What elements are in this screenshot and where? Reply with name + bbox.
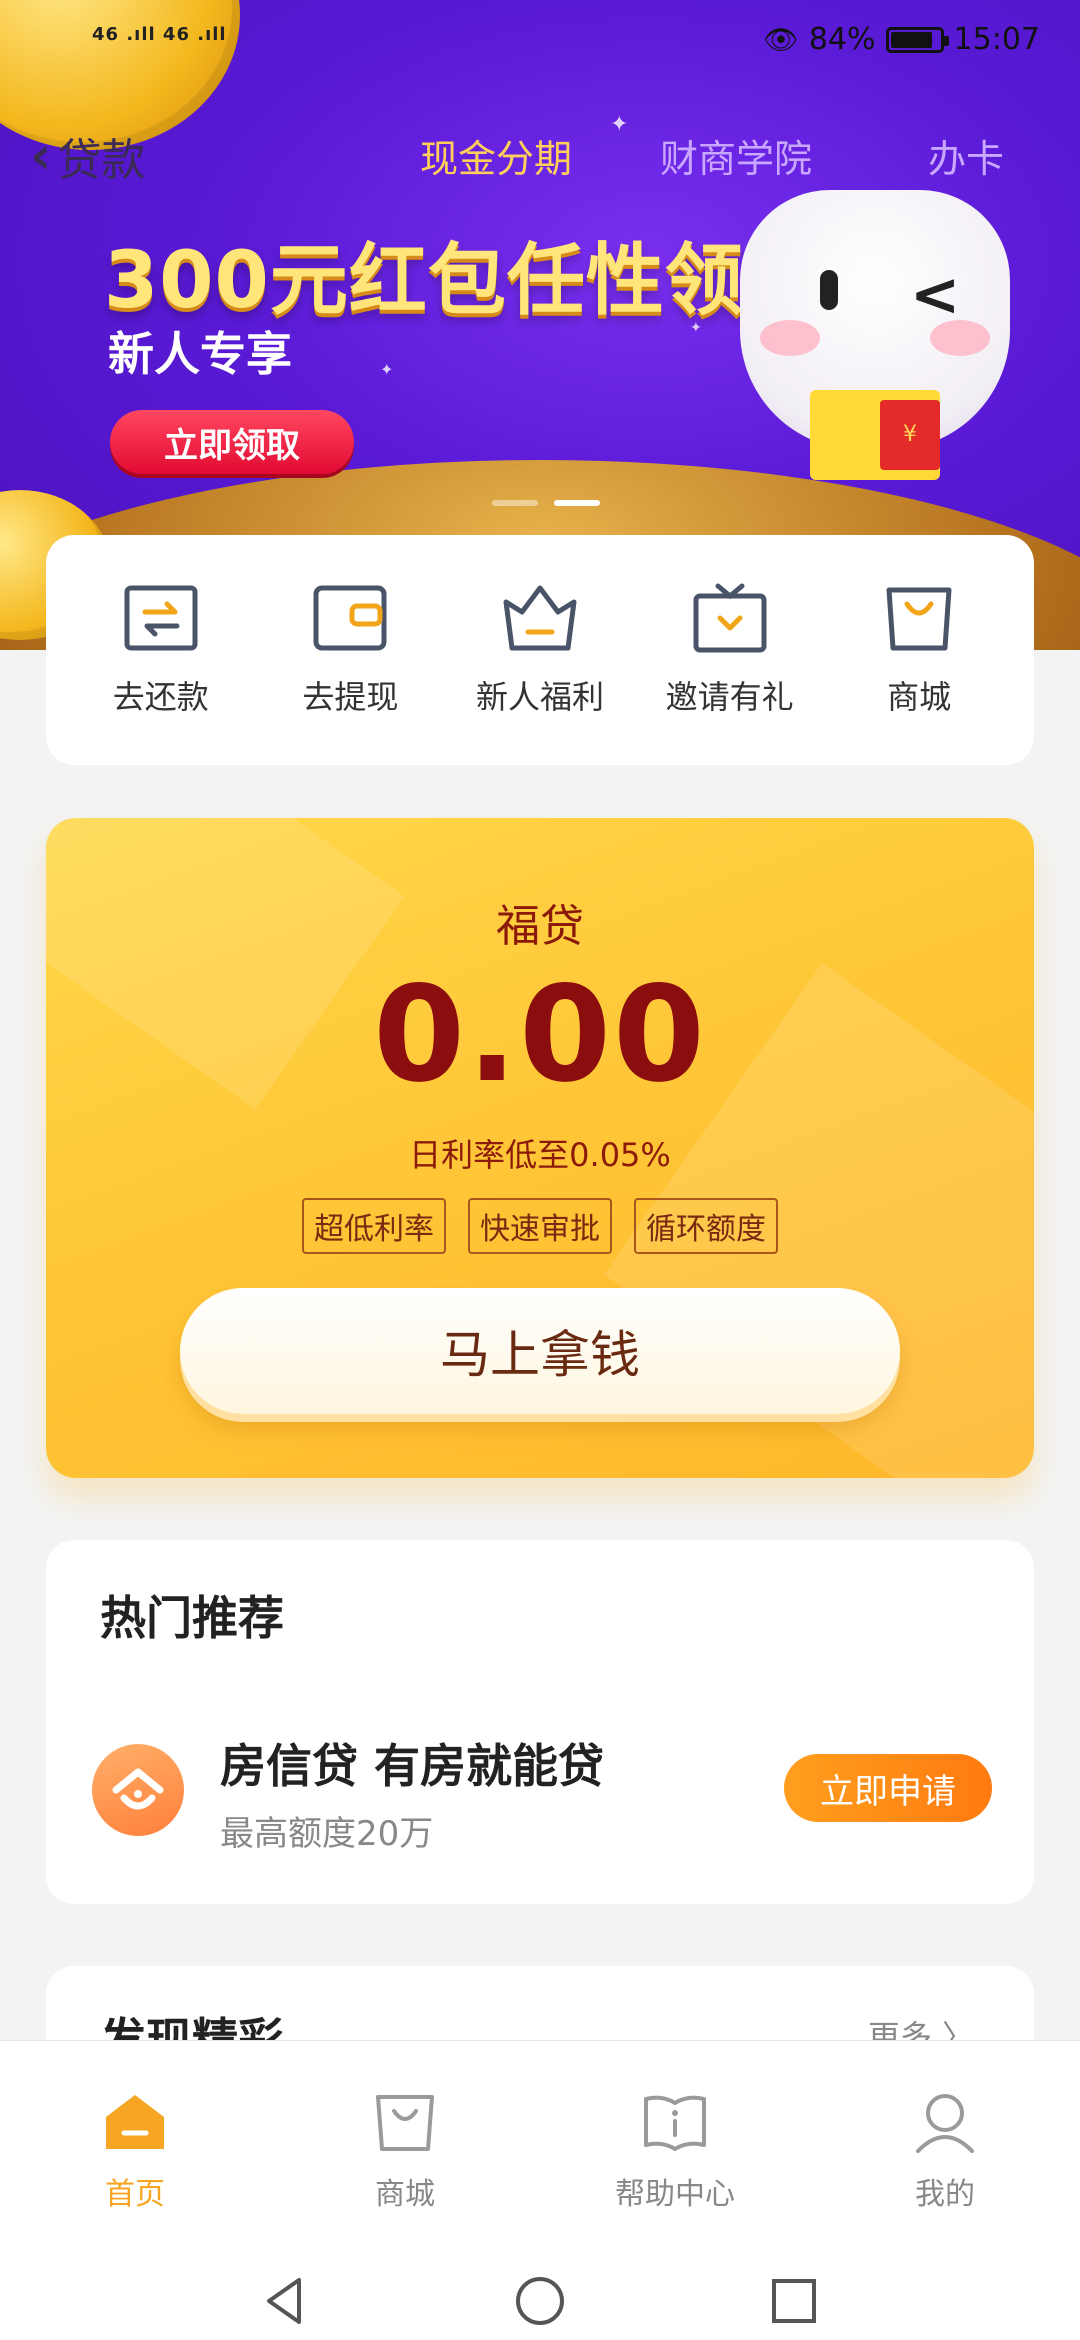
tab-label: 我的	[915, 2176, 975, 2212]
claim-button[interactable]: 立即领取	[110, 410, 354, 474]
crown-icon	[503, 585, 577, 651]
apply-now-button[interactable]: 立即申请	[784, 1754, 992, 1822]
status-bar: 46 .ıll 46 .ıll 👁 84% 15:07	[0, 18, 1080, 66]
quick-action-withdraw[interactable]: 去提现	[265, 582, 435, 718]
loan-tag: 快速审批	[468, 1198, 612, 1254]
battery-percent: 84%	[808, 22, 876, 57]
help-book-icon	[644, 2095, 706, 2151]
wallet-icon	[313, 585, 387, 651]
quick-action-newcomer[interactable]: 新人福利	[455, 582, 625, 718]
bottom-tab-bar: 首页 商城 帮助中心 我的	[0, 2040, 1080, 2262]
battery-icon	[885, 26, 949, 53]
clock: 15:07	[953, 22, 1040, 57]
home-circle-icon[interactable]	[513, 2274, 567, 2328]
loan-product-name: 福贷	[496, 901, 584, 952]
back-triangle-icon[interactable]	[259, 2274, 313, 2328]
tab-apply-card[interactable]: 办卡	[928, 128, 1004, 183]
loan-tag: 超低利率	[302, 1198, 446, 1254]
banner-subtitle: 新人专享	[108, 327, 292, 381]
quick-action-label: 去还款	[112, 678, 209, 716]
tab-help[interactable]: 帮助中心	[575, 2091, 775, 2213]
sparkle-icon: ✦	[380, 360, 394, 379]
tab-label: 帮助中心	[615, 2176, 735, 2212]
list-item[interactable]: 房信贷 有房就能贷 最高额度20万 立即申请	[92, 1720, 992, 1860]
tab-finance-academy[interactable]: 财商学院	[660, 128, 812, 183]
repay-icon	[124, 585, 198, 651]
back-label: 贷款	[57, 135, 146, 186]
quick-actions: 去还款 去提现 新人福利 邀请有礼 商城	[46, 535, 1034, 765]
recents-square-icon[interactable]	[767, 2274, 821, 2328]
loan-rate: 日利率低至0.05%	[409, 1136, 671, 1174]
loan-tags: 超低利率 快速审批 循环额度	[46, 1198, 1034, 1254]
quick-action-mall[interactable]: 商城	[834, 582, 1004, 718]
back-button[interactable]: ‹ 贷款	[30, 124, 145, 188]
hot-recommend-section: 热门推荐 房信贷 有房就能贷 最高额度20万 立即申请	[46, 1540, 1034, 1904]
gift-icon	[693, 583, 767, 653]
house-loan-icon	[92, 1744, 184, 1836]
red-envelope-icon: ¥	[880, 400, 940, 470]
tab-home[interactable]: 首页	[35, 2091, 235, 2213]
signal-indicator: 46 .ıll 46 .ıll	[92, 24, 227, 45]
get-money-button[interactable]: 马上拿钱	[180, 1288, 900, 1414]
tab-mall[interactable]: 商城	[305, 2091, 505, 2213]
carousel-indicator	[492, 500, 600, 506]
quick-action-invite[interactable]: 邀请有礼	[645, 582, 815, 718]
quick-action-label: 新人福利	[475, 678, 604, 716]
tab-label: 首页	[105, 2176, 165, 2212]
shopping-bag-icon	[886, 587, 952, 651]
system-navigation-bar	[0, 2262, 1080, 2340]
loan-card: 福贷 0.00 日利率低至0.05% 超低利率 快速审批 循环额度 马上拿钱	[46, 818, 1034, 1478]
banner-title: 300元红包任性领	[104, 236, 744, 326]
eye-icon: 👁	[763, 23, 799, 56]
loan-tag: 循环额度	[634, 1198, 778, 1254]
tab-cash-installment[interactable]: 现金分期	[420, 128, 572, 183]
top-nav: ‹ 贷款 现金分期 财商学院 办卡	[0, 118, 1080, 188]
loan-amount: 0.00	[373, 958, 707, 1112]
quick-action-repay[interactable]: 去还款	[76, 582, 246, 718]
quick-action-label: 邀请有礼	[665, 678, 794, 716]
chevron-left-icon: ‹	[30, 126, 52, 186]
home-icon	[106, 2094, 164, 2149]
product-desc: 最高额度20万	[220, 1814, 434, 1854]
product-name: 房信贷 有房就能贷	[220, 1739, 605, 1793]
tab-mine[interactable]: 我的	[845, 2091, 1045, 2213]
shopping-bag-icon	[376, 2094, 434, 2151]
user-icon	[916, 2093, 974, 2153]
mascot-illustration: < ¥	[740, 190, 1010, 480]
quick-action-label: 去提现	[302, 678, 399, 716]
tab-label: 商城	[375, 2176, 435, 2212]
section-title: 热门推荐	[100, 1591, 284, 1645]
quick-action-label: 商城	[887, 678, 952, 716]
